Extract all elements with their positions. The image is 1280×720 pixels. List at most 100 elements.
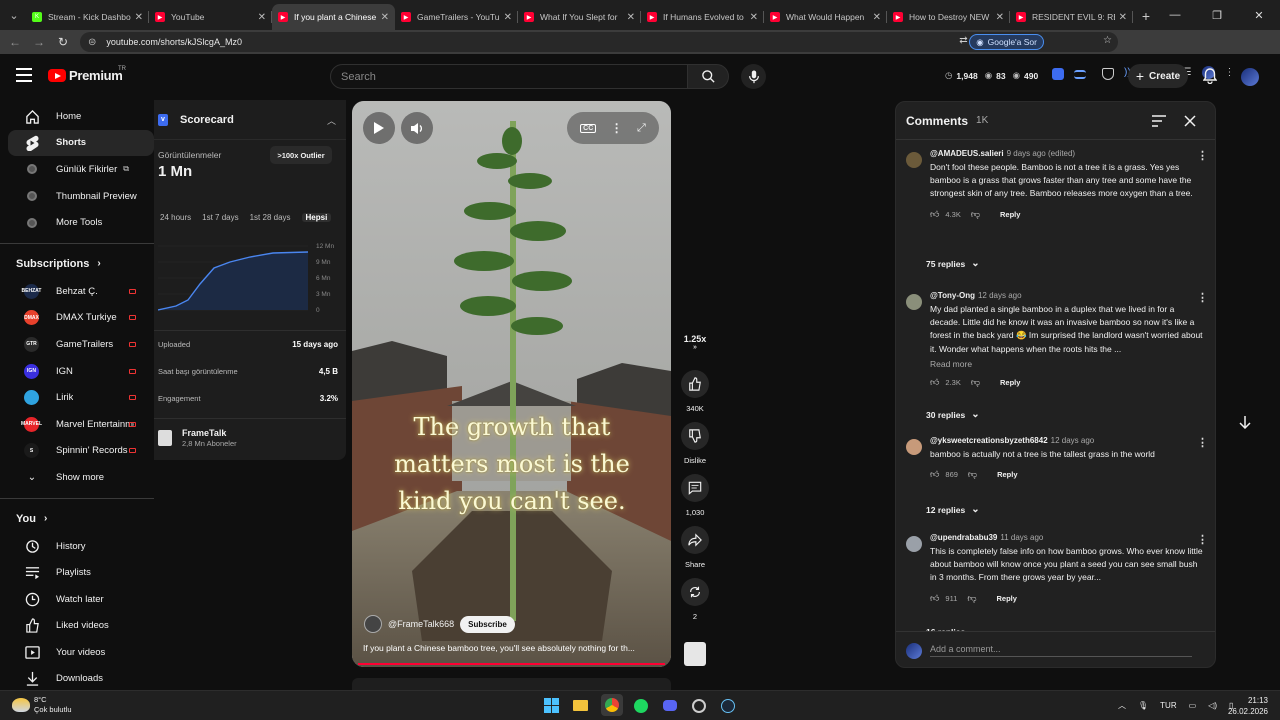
back-icon[interactable]: ← [3, 35, 27, 49]
bookmark-star-icon[interactable]: ☆ [1103, 35, 1112, 46]
comment-time[interactable]: 11 days ago [1000, 533, 1043, 542]
share-button[interactable]: Share [673, 526, 717, 569]
close-tab-icon[interactable]: ✕ [1119, 12, 1127, 23]
view-replies-button[interactable]: 75 replies ⌄ [926, 258, 980, 269]
collapse-chevron-icon[interactable]: ︿ [327, 114, 336, 127]
browser-tab[interactable]: K Stream - Kick Dashboard ✕ [26, 4, 149, 30]
captions-icon[interactable]: CC [580, 123, 597, 133]
speaker-icon[interactable]: ◁) [1208, 701, 1217, 710]
browser-tab[interactable]: ▶ What If You Slept for ✕ [518, 4, 641, 30]
maximize-icon[interactable]: ❐ [1196, 0, 1238, 30]
view-replies-button[interactable]: 30 replies ⌄ [926, 409, 980, 420]
dislike-comment-icon[interactable]: 👎︎ [968, 469, 977, 480]
next-video-preview[interactable] [352, 678, 671, 690]
voice-search-button[interactable] [741, 64, 766, 89]
subscriptions-heading[interactable]: Subscriptions › [0, 250, 154, 278]
channel-avatar[interactable] [364, 615, 382, 633]
remix-button[interactable]: 2 [673, 578, 717, 621]
sidebar-item[interactable]: Thumbnail Preview [8, 183, 154, 210]
obs-icon[interactable] [690, 697, 707, 714]
add-comment-input[interactable] [930, 644, 1192, 657]
range-tab[interactable]: 1st 7 days [202, 213, 238, 222]
site-info-icon[interactable]: ⊜ [88, 37, 96, 48]
subscription-item[interactable]: DMAX DMAX Turkiye [8, 305, 154, 332]
comment-time[interactable]: 12 days ago [978, 291, 1022, 300]
reply-button[interactable]: Reply [1000, 378, 1020, 387]
dislike-comment-icon[interactable]: 👎︎ [967, 593, 976, 604]
subscription-item[interactable]: BEHZAT Behzat Ç. [8, 278, 154, 305]
commenter-avatar[interactable] [906, 294, 922, 310]
forward-icon[interactable]: → [27, 35, 51, 49]
search-input[interactable] [341, 70, 641, 83]
browser-tab[interactable]: ▶ What Would Happen ✕ [764, 4, 887, 30]
range-tab[interactable]: Hepsi [301, 213, 332, 222]
like-comment-icon[interactable]: 👍︎ [930, 209, 939, 220]
comment-author[interactable]: @Tony-Ong [930, 291, 975, 300]
reply-button[interactable]: Reply [1000, 210, 1020, 219]
range-tab[interactable]: 24 hours [160, 213, 191, 222]
dislike-comment-icon[interactable]: 👎︎ [971, 377, 980, 388]
microphone-tray-icon[interactable]: 🎙︎ [1138, 701, 1148, 710]
input-language[interactable]: TUR [1160, 701, 1176, 710]
next-video-arrow-icon[interactable] [1233, 410, 1257, 434]
you-heading[interactable]: You › [0, 505, 154, 533]
trophy-icon[interactable] [1102, 68, 1114, 80]
like-button[interactable]: 340K [673, 370, 717, 413]
browser-tab[interactable]: ▶ YouTube ✕ [149, 4, 272, 30]
discord-icon[interactable] [661, 697, 678, 714]
video-progress-bar[interactable] [358, 663, 665, 665]
comment-menu-icon[interactable]: ⋮ [1197, 149, 1208, 162]
video-title[interactable]: If you plant a Chinese bamboo tree, you'… [363, 643, 663, 653]
network-icon[interactable]: ▭ [1189, 701, 1197, 710]
close-window-icon[interactable]: ✕ [1238, 0, 1280, 30]
chrome-icon[interactable] [601, 694, 623, 716]
subscription-item[interactable]: Lirik [8, 384, 154, 411]
close-tab-icon[interactable]: ✕ [627, 12, 635, 23]
notifications-bell-icon[interactable] [1202, 68, 1218, 89]
sidebar-item[interactable]: Your videos [8, 639, 154, 666]
channel-handle[interactable]: @FrameTalk668 [388, 619, 454, 629]
comments-button[interactable]: 1,030 [673, 474, 717, 517]
view-replies-button[interactable]: 12 replies ⌄ [926, 504, 980, 515]
shorts-video-player[interactable]: CC ⋮ ⤢ The growth that matters most is t… [352, 101, 671, 667]
translate-icon[interactable]: ⇄ [959, 35, 967, 46]
browser-tab[interactable]: ▶ If Humans Evolved to ✕ [641, 4, 764, 30]
scorecard-header[interactable]: v Scorecard [154, 100, 346, 140]
sort-comments-icon[interactable] [1152, 114, 1166, 132]
show-more-button[interactable]: ⌄ Show more [8, 464, 154, 491]
play-button[interactable] [363, 112, 395, 144]
fullscreen-icon[interactable]: ⤢ [637, 122, 646, 135]
close-tab-icon[interactable]: ✕ [504, 12, 512, 23]
reply-button[interactable]: Reply [997, 470, 1017, 479]
start-menu-icon[interactable] [543, 697, 560, 714]
close-tab-icon[interactable]: ✕ [996, 12, 1004, 23]
commenter-avatar[interactable] [906, 152, 922, 168]
more-options-icon[interactable]: ⋮ [611, 121, 623, 135]
search-button[interactable] [687, 64, 729, 89]
close-tab-icon[interactable]: ✕ [873, 12, 881, 23]
address-bar[interactable]: ⊜ youtube.com/shorts/kJSlcgA_Mz0 ⇄ ⊡ ◉Go… [80, 32, 1118, 52]
reload-icon[interactable]: ↻ [51, 35, 75, 49]
close-tab-icon[interactable]: ✕ [135, 12, 143, 23]
comment-time[interactable]: 9 days ago (edited) [1007, 149, 1076, 158]
weather-widget[interactable]: 8°C Çok bulutlu [12, 695, 72, 715]
sidebar-item[interactable]: Liked videos [8, 613, 154, 640]
comment-menu-icon[interactable]: ⋮ [1197, 436, 1208, 449]
comment-author[interactable]: @upendrababu39 [930, 533, 997, 542]
google-ask-button[interactable]: ◉ Google'a Sor [969, 34, 1044, 50]
sidebar-item[interactable]: Playlists [8, 559, 154, 586]
create-button[interactable]: + Create [1128, 64, 1188, 88]
guide-menu-icon[interactable] [16, 68, 32, 82]
close-tab-icon[interactable]: ✕ [381, 12, 389, 23]
search-box[interactable] [330, 64, 688, 89]
minimize-icon[interactable]: — [1154, 0, 1196, 30]
read-more-link[interactable]: Read more [930, 359, 1206, 369]
comment-menu-icon[interactable]: ⋮ [1197, 291, 1208, 304]
subscription-item[interactable]: MARVEL Marvel Entertainment [8, 411, 154, 438]
reply-button[interactable]: Reply [997, 594, 1017, 603]
file-explorer-icon[interactable] [572, 697, 589, 714]
comment-author[interactable]: @yksweetcreationsbyzeth6842 [930, 436, 1048, 445]
like-comment-icon[interactable]: 👍︎ [930, 469, 939, 480]
browser-tab[interactable]: ▶ How to Destroy NEW ✕ [887, 4, 1010, 30]
comment-menu-icon[interactable]: ⋮ [1197, 533, 1208, 546]
